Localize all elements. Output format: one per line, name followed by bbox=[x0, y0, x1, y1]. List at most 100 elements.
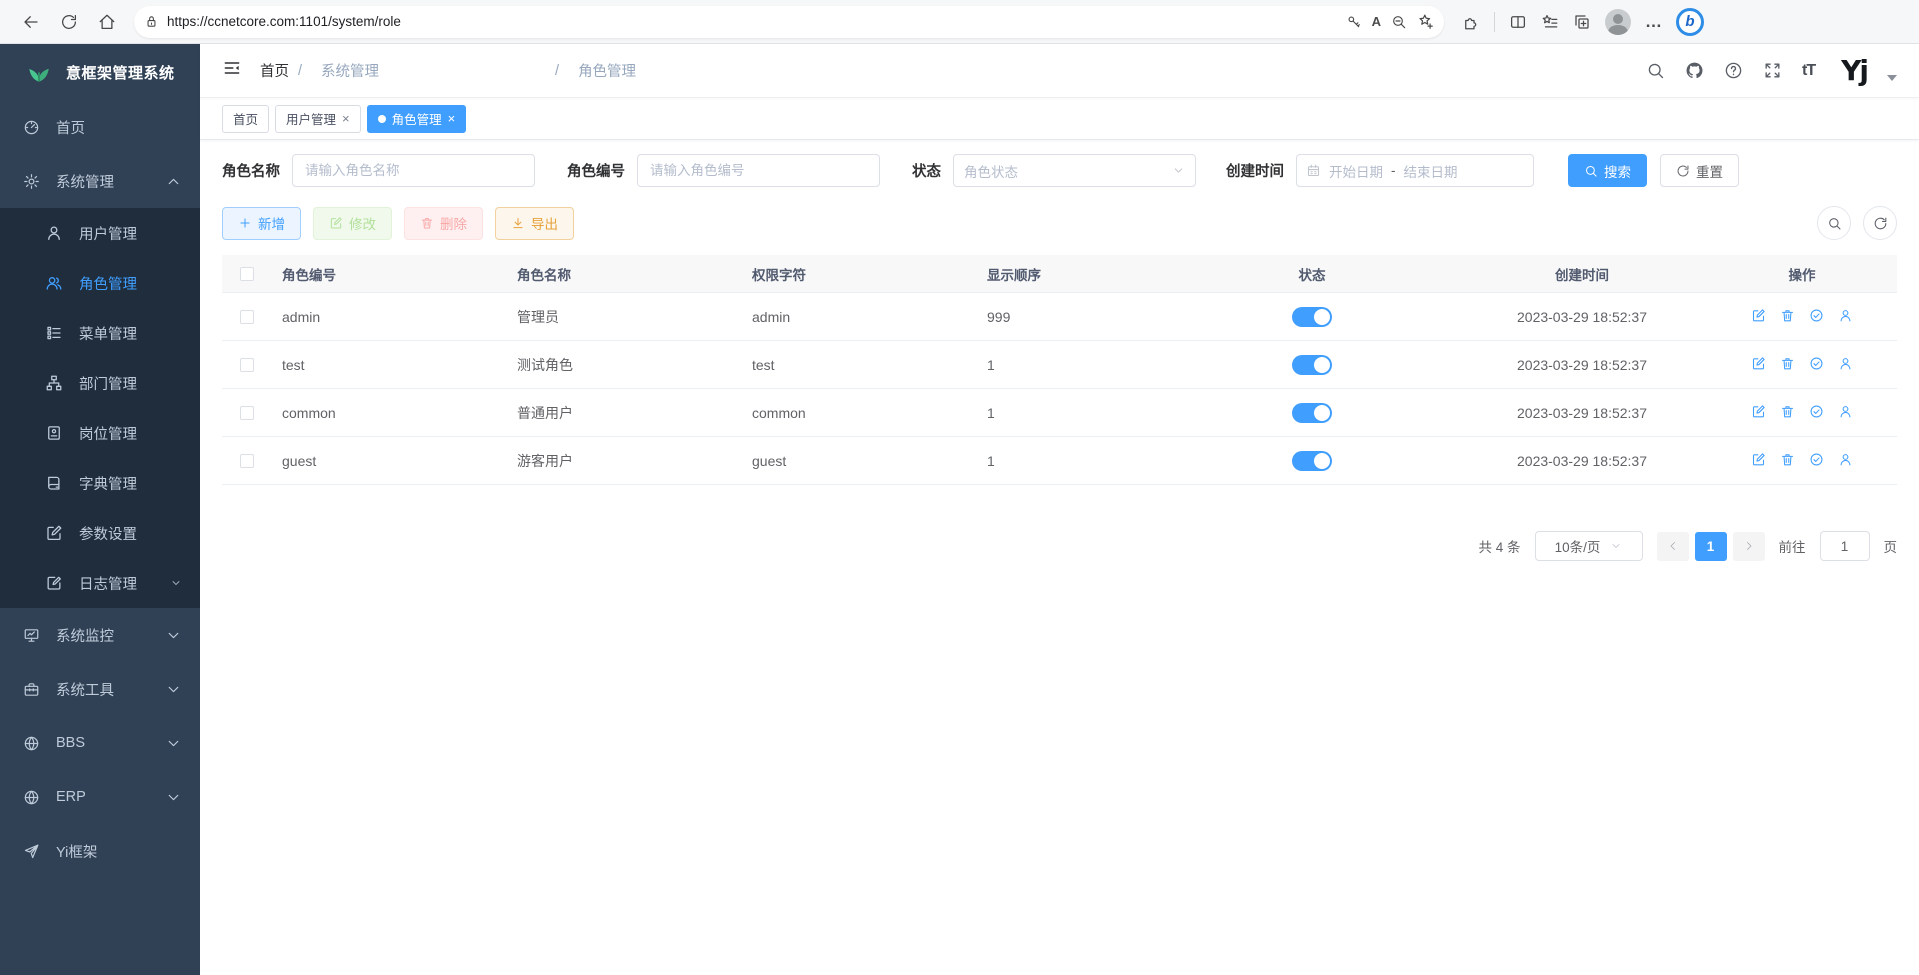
address-bar[interactable]: https://ccnetcore.com:1101/system/role A bbox=[134, 6, 1444, 38]
sidebar-item-label: 首页 bbox=[56, 117, 85, 138]
password-key-icon[interactable] bbox=[1346, 14, 1362, 30]
sidebar-item-menu-management[interactable]: 菜单管理 bbox=[0, 308, 200, 358]
zoom-out-icon[interactable] bbox=[1391, 14, 1407, 30]
text-size-icon[interactable]: tT bbox=[1802, 62, 1815, 80]
row-delete-icon[interactable] bbox=[1780, 452, 1795, 470]
edit-button-label: 修改 bbox=[349, 213, 376, 233]
users-icon bbox=[45, 274, 63, 292]
date-start-placeholder[interactable]: 开始日期 bbox=[1329, 161, 1383, 181]
tab-user-management[interactable]: 用户管理 × bbox=[275, 105, 361, 133]
status-select[interactable]: 角色状态 bbox=[953, 154, 1196, 187]
delete-button[interactable]: 删除 bbox=[404, 207, 483, 240]
sidebar-item-user-management[interactable]: 用户管理 bbox=[0, 208, 200, 258]
next-page-button[interactable] bbox=[1733, 532, 1765, 561]
chevron-down-icon bbox=[165, 681, 182, 698]
row-assign-user-icon[interactable] bbox=[1838, 404, 1853, 422]
row-delete-icon[interactable] bbox=[1780, 308, 1795, 326]
chevron-down-icon bbox=[1610, 540, 1622, 552]
sidebar-item-system-management[interactable]: 系统管理 bbox=[0, 154, 200, 208]
row-assign-user-icon[interactable] bbox=[1838, 356, 1853, 374]
row-delete-icon[interactable] bbox=[1780, 356, 1795, 374]
help-icon[interactable] bbox=[1724, 61, 1743, 80]
status-toggle[interactable] bbox=[1292, 451, 1332, 471]
prev-page-button[interactable] bbox=[1657, 532, 1689, 561]
sidebar-collapse-icon[interactable] bbox=[222, 58, 242, 83]
date-end-placeholder[interactable]: 结束日期 bbox=[1404, 161, 1458, 181]
sidebar-item-system-tools[interactable]: 系统工具 bbox=[0, 662, 200, 716]
col-header-created: 创建时间 bbox=[1457, 264, 1707, 284]
role-code-input[interactable] bbox=[637, 154, 880, 187]
url-text[interactable]: https://ccnetcore.com:1101/system/role bbox=[167, 14, 1346, 29]
tab-role-management[interactable]: 角色管理 × bbox=[367, 105, 467, 133]
sidebar-item-home[interactable]: 首页 bbox=[0, 100, 200, 154]
export-button[interactable]: 导出 bbox=[495, 207, 574, 240]
browser-toolbar: https://ccnetcore.com:1101/system/role A… bbox=[0, 0, 1919, 44]
role-name-input[interactable] bbox=[292, 154, 535, 187]
row-checkbox[interactable] bbox=[240, 454, 254, 468]
table-row: test 测试角色 test 1 2023-03-29 18:52:37 bbox=[222, 341, 1897, 389]
fullscreen-icon[interactable] bbox=[1763, 61, 1782, 80]
browser-refresh-button[interactable] bbox=[52, 5, 86, 39]
tab-home[interactable]: 首页 bbox=[222, 105, 269, 133]
row-permission-icon[interactable] bbox=[1809, 452, 1824, 470]
row-permission-icon[interactable] bbox=[1809, 308, 1824, 326]
reset-button[interactable]: 重置 bbox=[1660, 154, 1739, 187]
favorites-icon[interactable] bbox=[1541, 13, 1559, 31]
close-icon[interactable]: × bbox=[448, 111, 456, 126]
edit-button[interactable]: 修改 bbox=[313, 207, 392, 240]
row-edit-icon[interactable] bbox=[1751, 404, 1766, 422]
header-search-icon[interactable] bbox=[1646, 61, 1665, 80]
row-checkbox[interactable] bbox=[240, 310, 254, 324]
user-logo[interactable]: Yj bbox=[1841, 54, 1867, 87]
add-favorite-star-icon[interactable] bbox=[1417, 13, 1434, 30]
status-toggle[interactable] bbox=[1292, 355, 1332, 375]
sidebar-item-yi-framework[interactable]: Yi框架 bbox=[0, 824, 200, 878]
breadcrumb-role: 角色管理 bbox=[568, 60, 803, 81]
row-delete-icon[interactable] bbox=[1780, 404, 1795, 422]
sidebar-item-post-management[interactable]: 岗位管理 bbox=[0, 408, 200, 458]
page-number-button[interactable]: 1 bbox=[1695, 532, 1727, 561]
row-checkbox[interactable] bbox=[240, 406, 254, 420]
sidebar-item-parameter-settings[interactable]: 参数设置 bbox=[0, 508, 200, 558]
breadcrumb-system[interactable]: 系统管理 bbox=[311, 60, 546, 81]
row-edit-icon[interactable] bbox=[1751, 308, 1766, 326]
split-screen-icon[interactable] bbox=[1509, 13, 1527, 31]
row-edit-icon[interactable] bbox=[1751, 356, 1766, 374]
sidebar-item-bbs[interactable]: BBS bbox=[0, 716, 200, 770]
date-range-picker[interactable]: 开始日期 - 结束日期 bbox=[1296, 154, 1534, 187]
goto-page-input[interactable] bbox=[1820, 531, 1870, 561]
breadcrumb-home[interactable]: 首页 bbox=[260, 60, 289, 81]
page-size-select[interactable]: 10条/页 bbox=[1535, 531, 1643, 561]
caret-down-icon[interactable] bbox=[1887, 75, 1897, 81]
github-icon[interactable] bbox=[1685, 61, 1704, 80]
refresh-table-button[interactable] bbox=[1863, 206, 1897, 240]
sidebar-item-department-management[interactable]: 部门管理 bbox=[0, 358, 200, 408]
status-toggle[interactable] bbox=[1292, 403, 1332, 423]
status-toggle[interactable] bbox=[1292, 307, 1332, 327]
add-button[interactable]: 新增 bbox=[222, 207, 301, 240]
copilot-icon[interactable]: b bbox=[1676, 8, 1704, 36]
extensions-icon[interactable] bbox=[1462, 13, 1480, 31]
sidebar-item-role-management[interactable]: 角色管理 bbox=[0, 258, 200, 308]
browser-home-button[interactable] bbox=[90, 5, 124, 39]
browser-profile-avatar[interactable] bbox=[1605, 9, 1631, 35]
search-button[interactable]: 搜索 bbox=[1568, 154, 1647, 187]
sidebar-item-erp[interactable]: ERP bbox=[0, 770, 200, 824]
select-all-checkbox[interactable] bbox=[240, 267, 254, 281]
read-aloud-icon[interactable]: A bbox=[1372, 14, 1381, 29]
row-edit-icon[interactable] bbox=[1751, 452, 1766, 470]
browser-more-icon[interactable]: … bbox=[1645, 12, 1662, 32]
row-permission-icon[interactable] bbox=[1809, 404, 1824, 422]
row-permission-icon[interactable] bbox=[1809, 356, 1824, 374]
row-assign-user-icon[interactable] bbox=[1838, 308, 1853, 326]
sidebar-item-dictionary-management[interactable]: 字典管理 bbox=[0, 458, 200, 508]
row-assign-user-icon[interactable] bbox=[1838, 452, 1853, 470]
row-checkbox[interactable] bbox=[240, 358, 254, 372]
close-icon[interactable]: × bbox=[342, 111, 350, 126]
sidebar-item-label: 字典管理 bbox=[79, 473, 137, 494]
sidebar-item-system-monitor[interactable]: 系统监控 bbox=[0, 608, 200, 662]
collections-icon[interactable] bbox=[1573, 13, 1591, 31]
browser-back-button[interactable] bbox=[14, 5, 48, 39]
sidebar-item-log-management[interactable]: 日志管理 bbox=[0, 558, 200, 608]
toggle-search-button[interactable] bbox=[1817, 206, 1851, 240]
